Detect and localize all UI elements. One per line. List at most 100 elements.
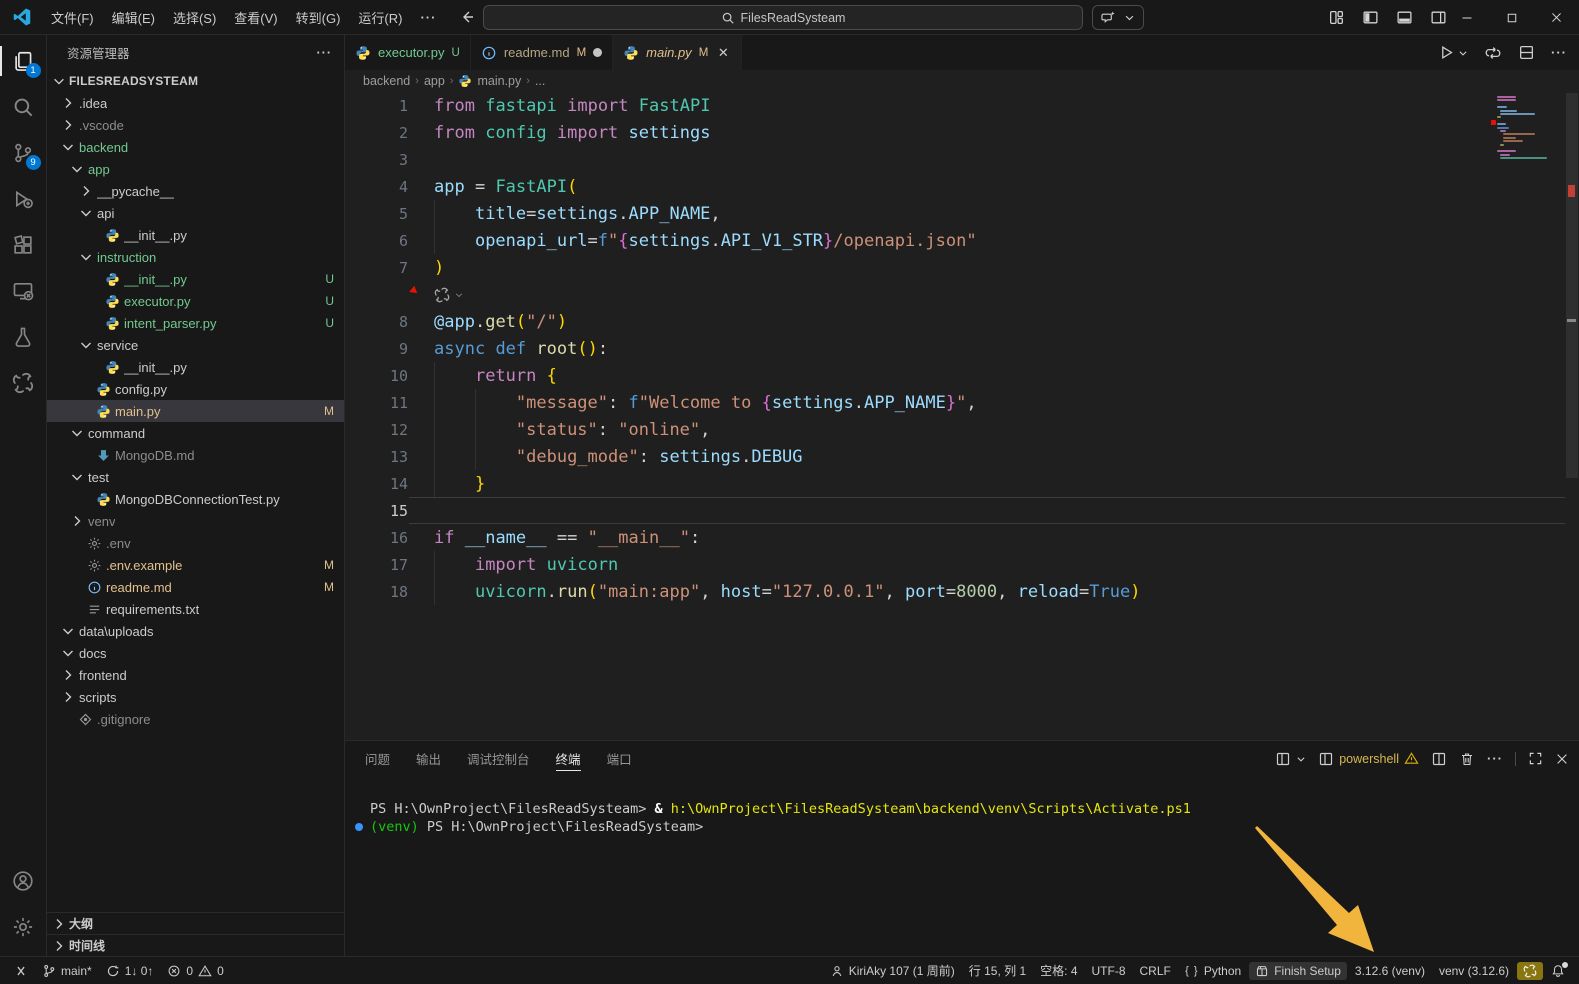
menu-item-3[interactable]: 查看(V): [225, 5, 286, 30]
tree-folder-frontend[interactable]: frontend: [47, 664, 344, 686]
breadcrumb-item-1[interactable]: app: [424, 74, 445, 88]
copilot-inline-icon[interactable]: [434, 287, 450, 303]
tree-file-main.py[interactable]: main.pyM: [47, 400, 344, 422]
chevron-down-icon[interactable]: [78, 205, 94, 221]
minimap[interactable]: [1497, 96, 1563, 172]
status-cursor-position[interactable]: 行 15, 列 1: [963, 960, 1032, 981]
tree-file-__init__.py[interactable]: __init__.py: [47, 224, 344, 246]
tree-folder-data-uploads[interactable]: data\uploads: [47, 620, 344, 642]
chevron-down-icon[interactable]: [454, 290, 464, 300]
breadcrumb-item-0[interactable]: backend: [363, 74, 410, 88]
menu-item-5[interactable]: 运行(R): [349, 5, 411, 30]
tree-folder-venv[interactable]: venv: [47, 510, 344, 532]
code-editor[interactable]: 1from fastapi import FastAPI2from config…: [345, 92, 1579, 740]
status-branch[interactable]: main*: [36, 962, 98, 980]
activitybar-search[interactable]: [0, 84, 47, 130]
breadcrumb-item-3[interactable]: ...: [535, 74, 545, 88]
back-arrow-icon[interactable]: [459, 9, 475, 25]
explorer-more-actions[interactable]: ···: [317, 46, 333, 60]
breadcrumb-item-2[interactable]: main.py: [477, 74, 521, 88]
tree-file-__init__.py[interactable]: __init__.py: [47, 356, 344, 378]
tree-folder-.idea[interactable]: .idea: [47, 92, 344, 114]
tree-folder-test[interactable]: test: [47, 466, 344, 488]
status-python-env[interactable]: venv (3.12.6): [1433, 962, 1515, 980]
status-problems[interactable]: 00: [161, 962, 229, 980]
activitybar-explorer[interactable]: 1: [0, 38, 47, 84]
chevron-down-icon[interactable]: [60, 645, 76, 661]
menu-item-0[interactable]: 文件(F): [42, 5, 103, 30]
status-remote[interactable]: [8, 962, 34, 980]
panel-more-actions[interactable]: ···: [1487, 751, 1503, 766]
tree-folder-instruction[interactable]: instruction: [47, 246, 344, 268]
toggle-sidebar-icon[interactable]: [1362, 9, 1379, 26]
editor-tab-executor.py[interactable]: executor.pyU: [345, 35, 471, 70]
sidebar-section-1[interactable]: 时间线: [47, 934, 344, 956]
panel-tab-4[interactable]: 端口: [607, 741, 632, 776]
tree-file-.env[interactable]: .env: [47, 532, 344, 554]
panel-tab-0[interactable]: 问题: [365, 741, 390, 776]
tree-file-requirements.txt[interactable]: requirements.txt: [47, 598, 344, 620]
editor-scrollbar[interactable]: [1565, 92, 1579, 740]
chevron-right-icon[interactable]: [60, 667, 76, 683]
terminal-new-button[interactable]: [1275, 751, 1306, 767]
split-editor-icon[interactable]: [1518, 44, 1535, 61]
split-terminal-icon[interactable]: [1431, 751, 1447, 767]
chevron-right-icon[interactable]: [78, 183, 94, 199]
tree-file-__init__.py[interactable]: __init__.pyU: [47, 268, 344, 290]
close-tab-icon[interactable]: ✕: [715, 45, 731, 61]
activitybar-run-debug[interactable]: [0, 176, 47, 222]
command-center-search[interactable]: FilesReadSysteam: [483, 5, 1083, 30]
activitybar-remote-explorer[interactable]: [0, 268, 47, 314]
run-loop-icon[interactable]: [1484, 44, 1502, 62]
activitybar-extensions[interactable]: [0, 222, 47, 268]
maximize-panel-icon[interactable]: [1528, 751, 1543, 766]
chevron-down-icon[interactable]: [78, 337, 94, 353]
chevron-down-icon[interactable]: [69, 425, 85, 441]
tree-file-executor.py[interactable]: executor.pyU: [47, 290, 344, 312]
activitybar-settings[interactable]: [0, 904, 47, 950]
tree-folder-__pycache__[interactable]: __pycache__: [47, 180, 344, 202]
editor-tab-main.py[interactable]: main.pyM✕: [613, 35, 742, 70]
tree-folder-command[interactable]: command: [47, 422, 344, 444]
tree-file-config.py[interactable]: config.py: [47, 378, 344, 400]
activitybar-source-control[interactable]: 9: [0, 130, 47, 176]
toggle-panel-icon[interactable]: [1396, 9, 1413, 26]
menu-more[interactable]: ···: [411, 7, 445, 28]
activitybar-testing[interactable]: [0, 314, 47, 360]
tree-file-.gitignore[interactable]: .gitignore: [47, 708, 344, 730]
run-python-file-button[interactable]: [1438, 44, 1468, 61]
chevron-down-icon[interactable]: [1458, 48, 1468, 58]
menu-item-1[interactable]: 编辑(E): [103, 5, 164, 30]
tree-folder-service[interactable]: service: [47, 334, 344, 356]
editor-tab-readme.md[interactable]: readme.mdM: [471, 35, 613, 70]
tree-folder-docs[interactable]: docs: [47, 642, 344, 664]
tree-file-intent_parser.py[interactable]: intent_parser.pyU: [47, 312, 344, 334]
status-commit-info[interactable]: KiriAky 107 (1 周前): [824, 960, 961, 981]
chevron-down-icon[interactable]: [60, 623, 76, 639]
customize-layout-icon[interactable]: [1328, 9, 1345, 26]
chevron-right-icon[interactable]: [60, 117, 76, 133]
workspace-root-folder[interactable]: FILESREADSYSTEAM: [47, 70, 344, 92]
status-language-mode[interactable]: { }Python: [1179, 962, 1247, 980]
status-notifications[interactable]: [1545, 962, 1571, 980]
status-eol[interactable]: CRLF: [1134, 962, 1177, 980]
tree-folder-app[interactable]: app: [47, 158, 344, 180]
tree-file-MongoDBConnectionTest.py[interactable]: MongoDBConnectionTest.py: [47, 488, 344, 510]
panel-tab-2[interactable]: 调试控制台: [467, 741, 530, 776]
sidebar-section-0[interactable]: 大纲: [47, 912, 344, 934]
close-window-button[interactable]: [1534, 0, 1579, 35]
tree-file-readme.md[interactable]: readme.mdM: [47, 576, 344, 598]
tree-folder-.vscode[interactable]: .vscode: [47, 114, 344, 136]
panel-tab-3[interactable]: 终端: [556, 741, 581, 776]
close-panel-icon[interactable]: [1555, 752, 1569, 766]
status-python-version[interactable]: 3.12.6 (venv): [1349, 962, 1431, 980]
status-finish-setup[interactable]: Finish Setup: [1249, 962, 1347, 980]
tree-folder-api[interactable]: api: [47, 202, 344, 224]
activitybar-accounts[interactable]: [0, 858, 47, 904]
tree-folder-scripts[interactable]: scripts: [47, 686, 344, 708]
tree-folder-backend[interactable]: backend: [47, 136, 344, 158]
tree-file-MongoDB.md[interactable]: MongoDB.md: [47, 444, 344, 466]
status-encoding[interactable]: UTF-8: [1086, 962, 1132, 980]
command-decoration-dot[interactable]: [355, 823, 363, 831]
chevron-down-icon[interactable]: [60, 139, 76, 155]
